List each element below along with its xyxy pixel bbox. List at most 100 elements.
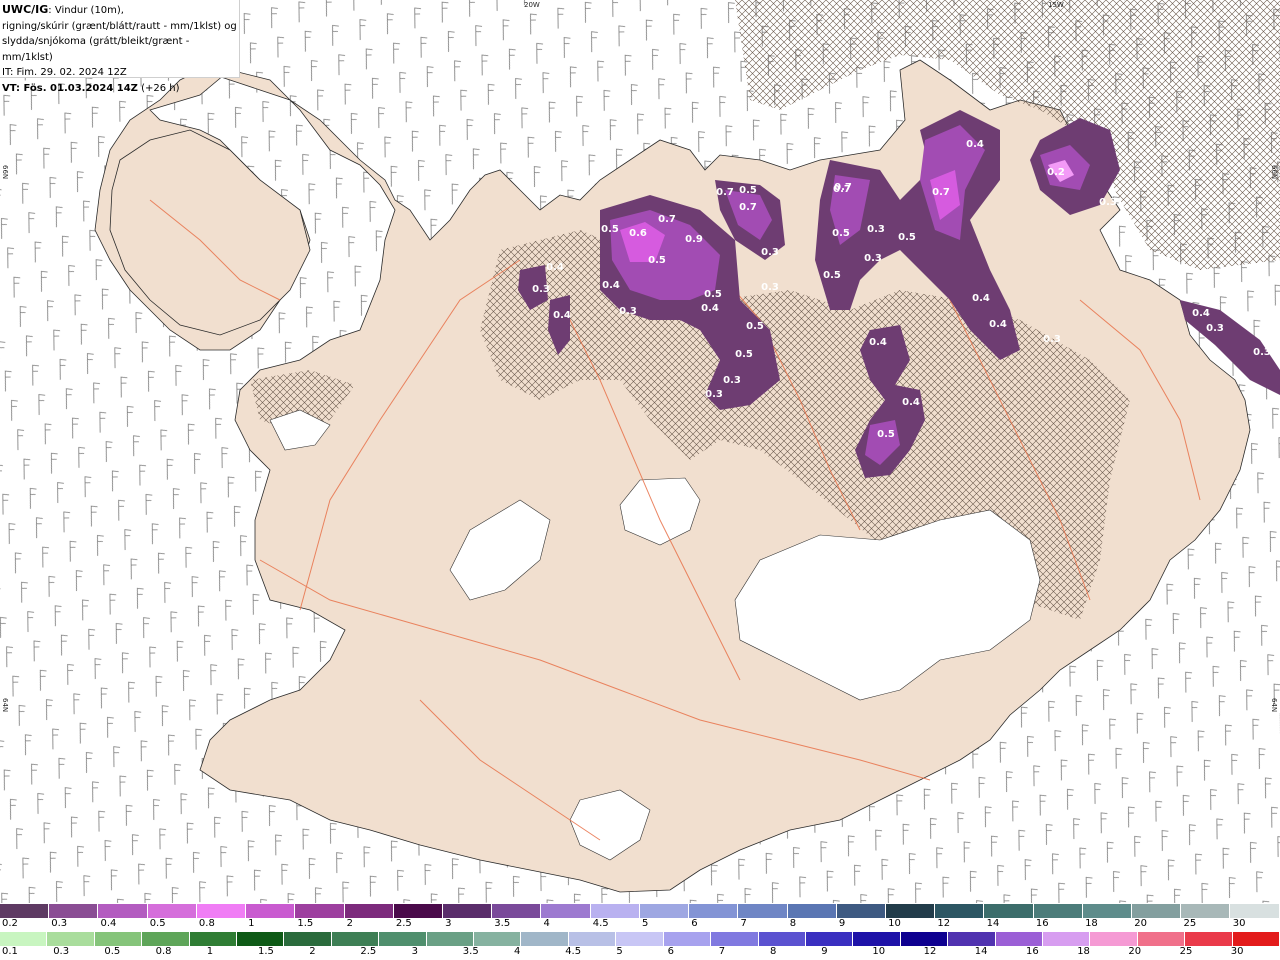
scale-tick-label: 1 xyxy=(248,918,255,929)
scale-tick-label: 1 xyxy=(206,946,214,957)
scale-swatch xyxy=(98,904,148,918)
scale-swatch xyxy=(711,932,759,946)
precip-value-label: 0.5 xyxy=(648,255,666,266)
precip-value-label: 0.5 xyxy=(823,270,841,281)
scale-tick-label: 20 xyxy=(1128,946,1142,957)
rain-color-scale xyxy=(0,932,1280,946)
precip-value-label: 0.7 xyxy=(932,187,950,198)
scale-tick-label: 3.5 xyxy=(462,946,479,957)
scale-swatch xyxy=(663,932,712,946)
scale-swatch xyxy=(442,904,493,918)
scale-tick-label: 4 xyxy=(514,946,521,957)
scale-tick-label: 6 xyxy=(691,918,698,929)
scale-tick-label: 1.5 xyxy=(297,918,314,929)
precip-value-label: 0.3 xyxy=(1253,347,1271,358)
scale-swatch xyxy=(758,932,806,946)
precip-value-label: 0.3 xyxy=(864,253,882,264)
scale-tick-label: 4.5 xyxy=(565,946,582,957)
scale-swatch xyxy=(836,904,886,918)
precip-value-label: 0.9 xyxy=(685,234,703,245)
precip-value-label: 0.5 xyxy=(601,224,619,235)
grid-label-64n-right: 64N xyxy=(1270,698,1278,713)
scale-tick-label: 1.5 xyxy=(258,946,274,957)
scale-swatch xyxy=(984,904,1034,918)
precip-value-label: 0.3 xyxy=(1099,197,1117,208)
scale-swatch xyxy=(47,932,95,946)
scale-swatch xyxy=(49,904,99,918)
precip-value-label: 0.5 xyxy=(739,185,757,196)
precip-value-label: 0.5 xyxy=(746,321,764,332)
scale-tick-label: 5 xyxy=(616,946,623,957)
precip-value-label: 0.3 xyxy=(532,284,550,295)
scale-tick-label: 5 xyxy=(642,918,649,929)
scale-swatch xyxy=(568,932,617,946)
scale-swatch xyxy=(738,904,788,918)
scale-swatch xyxy=(1181,904,1231,918)
scale-tick-label: 10 xyxy=(872,946,886,957)
init-time: IT: Fim. 29. 02. 2024 12Z xyxy=(2,67,127,78)
rain-scale-labels: 0.1 0.3 0.5 0.8 1 1.5 2 2.5 3 3.5 4 4.5 5 6 7 8 9 10 12 14 1… xyxy=(0,946,1280,958)
scale-swatch xyxy=(590,904,640,918)
precip-value-label: 0.4 xyxy=(546,262,564,273)
precip-value-label: 0.2 xyxy=(1047,167,1065,178)
grid-label-15w: 15W xyxy=(1048,1,1064,9)
precip-value-label: 0.7 xyxy=(739,202,757,213)
scale-swatch xyxy=(189,932,238,946)
scale-tick-label: 9 xyxy=(838,918,846,929)
scale-swatch xyxy=(147,904,197,918)
scale-swatch xyxy=(1185,932,1233,946)
precip-value-label: 0.5 xyxy=(832,228,850,239)
scale-swatch xyxy=(1137,932,1186,946)
grid-label-66n-left: 66N xyxy=(1,165,9,180)
precip-value-label: 0.3 xyxy=(1043,334,1061,345)
scale-swatch xyxy=(331,932,380,946)
scale-tick-label: 0.8 xyxy=(198,918,215,929)
precip-value-label: 0.5 xyxy=(704,289,722,300)
scale-tick-label: 8 xyxy=(770,946,777,957)
scale-tick-label: 12 xyxy=(923,946,937,957)
scale-tick-label: 0.3 xyxy=(53,946,70,957)
grid-label-66n-right: 66N xyxy=(1270,165,1278,180)
scale-swatch xyxy=(885,904,936,918)
scale-tick-label: 14 xyxy=(974,946,988,957)
scale-swatch xyxy=(805,932,854,946)
scale-swatch xyxy=(393,904,443,918)
scale-tick-label: 0.2 xyxy=(2,918,18,929)
title-line3: slydda/snjókoma (grátt/bleikt/grænt - mm… xyxy=(2,36,190,63)
scale-swatch xyxy=(142,932,190,946)
scale-swatch xyxy=(1230,904,1280,918)
precip-value-label: 0.3 xyxy=(761,282,779,293)
scale-tick-label: 14 xyxy=(986,918,1000,929)
scale-tick-label: 8 xyxy=(789,918,797,929)
scale-swatch xyxy=(1232,932,1280,946)
precip-value-label: 0.4 xyxy=(966,139,984,150)
scale-tick-label: 16 xyxy=(1026,946,1039,957)
scale-swatch xyxy=(379,932,427,946)
scale-tick-label: 25 xyxy=(1183,918,1197,929)
snow-color-scale xyxy=(0,904,1280,918)
scale-swatch xyxy=(474,932,522,946)
scale-tick-label: 9 xyxy=(821,946,828,957)
precip-value-label: 0.4 xyxy=(553,310,571,321)
scale-tick-label: 30 xyxy=(1232,918,1246,929)
precip-value-label: 0.4 xyxy=(972,293,990,304)
valid-time: VT: Fös. 01.03.2024 14Z xyxy=(2,82,138,94)
precip-value-label: 0.4 xyxy=(902,397,920,408)
scale-swatch xyxy=(492,904,542,918)
scale-tick-label: 0.1 xyxy=(2,946,18,957)
precip-value-label: 0.4 xyxy=(1192,308,1210,319)
grid-label-64n-left: 64N xyxy=(1,698,9,713)
title-line1: : Vindur (10m), xyxy=(48,5,124,16)
scale-swatch xyxy=(541,904,591,918)
scale-tick-label: 4.5 xyxy=(592,918,609,929)
scale-swatch xyxy=(900,932,949,946)
precip-value-label: 0.7 xyxy=(658,214,676,225)
scale-swatch xyxy=(295,904,345,918)
scale-tick-label: 7 xyxy=(718,946,726,957)
precip-value-label: 0.5 xyxy=(898,232,916,243)
scale-swatch xyxy=(1132,904,1182,918)
scale-tick-label: 3.5 xyxy=(494,918,511,929)
scale-swatch xyxy=(787,904,837,918)
scale-swatch xyxy=(689,904,739,918)
scale-swatch xyxy=(1033,904,1083,918)
